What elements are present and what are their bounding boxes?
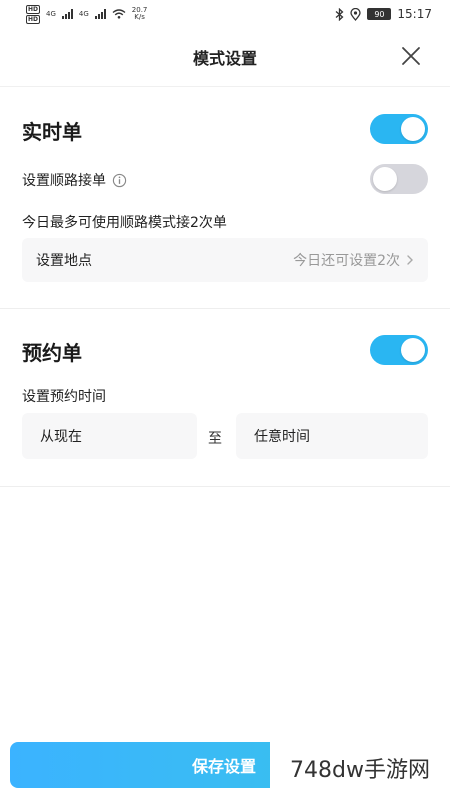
save-button-label: 保存设置 [191,757,256,776]
section-divider [0,308,450,309]
status-bar: HD HD 4G 4G 20.7 K/s 90 15:17 [0,0,450,28]
section-divider [0,486,450,487]
speed-unit: K/s [134,13,145,21]
location-remaining-text: 今日还可设置2次 [293,253,400,269]
close-icon[interactable] [400,45,422,67]
bluetooth-icon [335,7,344,21]
hd-badge: HD [26,4,41,14]
hd-badge: HD [26,14,41,24]
to-label: 至 [208,431,222,447]
signal-icon [61,9,73,19]
realtime-toggle[interactable] [370,114,428,144]
toggle-knob [401,338,425,362]
network-type-label: 4G [46,10,56,18]
status-left: HD HD 4G 4G 20.7 K/s [26,4,148,24]
signal-icon [94,9,106,19]
to-time-value: 任意时间 [254,429,310,445]
shunlu-label: 设置顺路接单 [22,173,106,189]
from-time-value: 从现在 [40,429,82,445]
chevron-right-icon [407,255,413,265]
reservation-time-label: 设置预约时间 [22,389,106,405]
wifi-icon [112,9,126,19]
battery-icon: 90 [367,8,392,20]
reservation-section-title: 预约单 [22,341,82,365]
shunlu-toggle[interactable] [370,164,428,194]
location-remaining: 今日还可设置2次 [293,250,414,270]
location-icon [350,7,362,21]
limit-text: 今日最多可使用顺路模式接2次单 [22,215,227,231]
hd-indicators: HD HD [26,4,41,24]
from-time-field[interactable]: 从现在 [22,413,197,459]
header: 模式设置 [0,28,450,87]
to-time-field[interactable]: 任意时间 [236,413,428,459]
set-location-label: 设置地点 [36,253,92,269]
set-location-row[interactable]: 设置地点 今日还可设置2次 [22,238,428,282]
page-title: 模式设置 [192,49,257,68]
clock: 15:17 [397,7,432,21]
shunlu-row: 设置顺路接单 [22,170,127,190]
reservation-toggle[interactable] [370,335,428,365]
toggle-knob [373,167,397,191]
info-icon[interactable] [112,173,127,188]
realtime-section-title: 实时单 [22,120,82,144]
network-speed: 20.7 K/s [132,7,148,21]
network-type-label: 4G [78,10,89,18]
watermark: 748dw手游网 [270,736,450,800]
toggle-knob [401,117,425,141]
status-right: 90 15:17 [335,7,432,21]
